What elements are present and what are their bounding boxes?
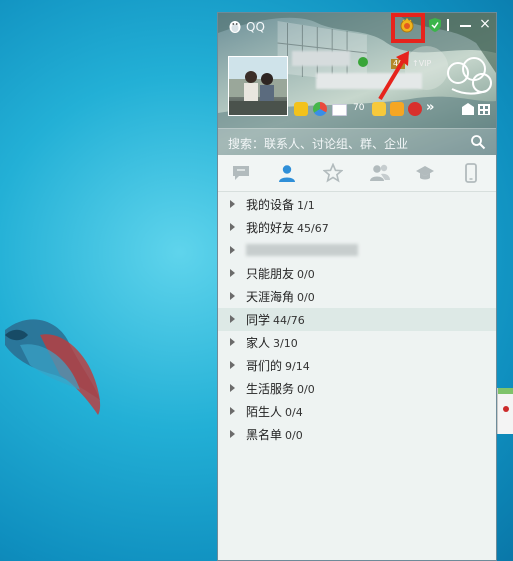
minimize-button[interactable]	[460, 25, 471, 27]
more-apps-button[interactable]: »	[426, 100, 434, 115]
group-row-services[interactable]: 生活服务 0/0	[218, 377, 496, 400]
avatar-photo	[229, 57, 287, 115]
group-name-redacted	[246, 244, 358, 256]
group-name: 哥们的	[246, 359, 283, 373]
highlight-annotation-box	[391, 13, 425, 43]
search-icon[interactable]	[470, 134, 486, 150]
group-name: 生活服务	[246, 382, 295, 396]
title-bar[interactable]: QQ ×	[218, 13, 496, 43]
group-count: 0/0	[297, 383, 315, 396]
expand-arrow-icon	[230, 200, 235, 208]
expand-arrow-icon	[230, 315, 235, 323]
group-name: 陌生人	[246, 405, 283, 419]
search-input[interactable]: 搜索：联系人、讨论组、群、企业	[228, 135, 408, 152]
avatar[interactable]	[228, 56, 288, 116]
expand-arrow-icon	[230, 384, 235, 392]
expand-arrow-icon	[230, 223, 235, 231]
red-pointer-arrow	[378, 51, 409, 101]
expand-arrow-icon	[230, 292, 235, 300]
search-bar[interactable]: 搜索：联系人、讨论组、群、企业	[218, 128, 496, 155]
mail-count: 70	[353, 103, 365, 113]
group-count: 0/4	[285, 406, 303, 419]
group-row-far-away[interactable]: 天涯海角 0/0	[218, 285, 496, 308]
expand-arrow-icon	[230, 269, 235, 277]
app-manager-icons[interactable]	[460, 101, 492, 117]
qzone-star-icon[interactable]	[294, 102, 308, 116]
group-row-buddies[interactable]: 哥们的 9/14	[218, 354, 496, 377]
background-window-edge[interactable]	[497, 388, 513, 434]
expand-arrow-icon	[230, 338, 235, 346]
qq-browser-icon[interactable]	[313, 102, 327, 116]
group-row-friends-only[interactable]: 只能朋友 0/0	[218, 262, 496, 285]
discussion-icon	[416, 166, 434, 180]
nickname-redacted	[292, 51, 350, 66]
group-row-classmates[interactable]: 同学 44/76	[218, 308, 496, 331]
qq-pet-icon[interactable]	[408, 102, 422, 116]
group-count: 3/10	[273, 337, 298, 350]
qq-penguin-icon	[229, 21, 241, 33]
tab-groups[interactable]	[356, 155, 402, 191]
tab-devices[interactable]	[448, 155, 494, 191]
skin-cloud-decoration	[447, 57, 492, 95]
group-name: 同学	[246, 313, 271, 327]
qq-main-panel: QQ × 40 ↑VIP 70 » 搜索：联系人、讨论组、群、企业 我的设备 1…	[217, 12, 497, 561]
group-count: 0/0	[285, 429, 303, 442]
group-name: 家人	[246, 336, 271, 350]
group-name: 我的好友	[246, 221, 295, 235]
tab-discussions[interactable]	[402, 155, 448, 191]
verified-badge-icon	[358, 57, 368, 67]
group-name: 黑名单	[246, 428, 283, 442]
desktop-fish-wallpaper	[5, 319, 101, 415]
group-count: 0/0	[297, 268, 315, 281]
expand-arrow-icon	[230, 361, 235, 369]
app-name: QQ	[246, 20, 265, 34]
group-row-redacted[interactable]	[218, 239, 496, 262]
mail-icon[interactable]	[332, 104, 347, 116]
expand-arrow-icon	[230, 430, 235, 438]
close-button[interactable]: ×	[478, 17, 492, 31]
star-icon	[323, 163, 343, 183]
group-row-blacklist[interactable]: 黑名单 0/0	[218, 423, 496, 446]
qq-shopping-icon[interactable]	[390, 102, 404, 116]
group-count: 45/67	[297, 222, 329, 235]
group-name: 天涯海角	[246, 290, 295, 304]
vip-upgrade-label[interactable]: ↑VIP	[412, 59, 431, 69]
group-row-friends[interactable]: 我的好友 45/67	[218, 216, 496, 239]
qq-wallet-icon[interactable]	[372, 102, 386, 116]
profile-header: QQ × 40 ↑VIP 70 » 搜索：联系人、讨论组、群、企业	[218, 13, 496, 155]
phone-icon	[465, 163, 477, 183]
tab-conversations[interactable]	[218, 155, 264, 191]
main-tab-bar	[218, 155, 496, 192]
group-icon	[370, 164, 390, 181]
group-name: 只能朋友	[246, 267, 295, 281]
group-count: 1/1	[297, 199, 315, 212]
group-count: 44/76	[273, 314, 305, 327]
group-count: 0/0	[297, 291, 315, 304]
tab-contacts[interactable]	[264, 155, 310, 191]
group-count: 9/14	[285, 360, 310, 373]
group-row-devices[interactable]: 我的设备 1/1	[218, 193, 496, 216]
security-shield-icon[interactable]	[429, 18, 441, 32]
group-name: 我的设备	[246, 198, 295, 212]
tab-favorites[interactable]	[310, 155, 356, 191]
skin-toggle-button[interactable]	[447, 19, 449, 31]
message-icon	[233, 166, 249, 180]
group-row-strangers[interactable]: 陌生人 0/4	[218, 400, 496, 423]
group-row-family[interactable]: 家人 3/10	[218, 331, 496, 354]
contacts-icon	[279, 165, 295, 182]
expand-arrow-icon	[230, 407, 235, 415]
expand-arrow-icon	[230, 246, 235, 254]
